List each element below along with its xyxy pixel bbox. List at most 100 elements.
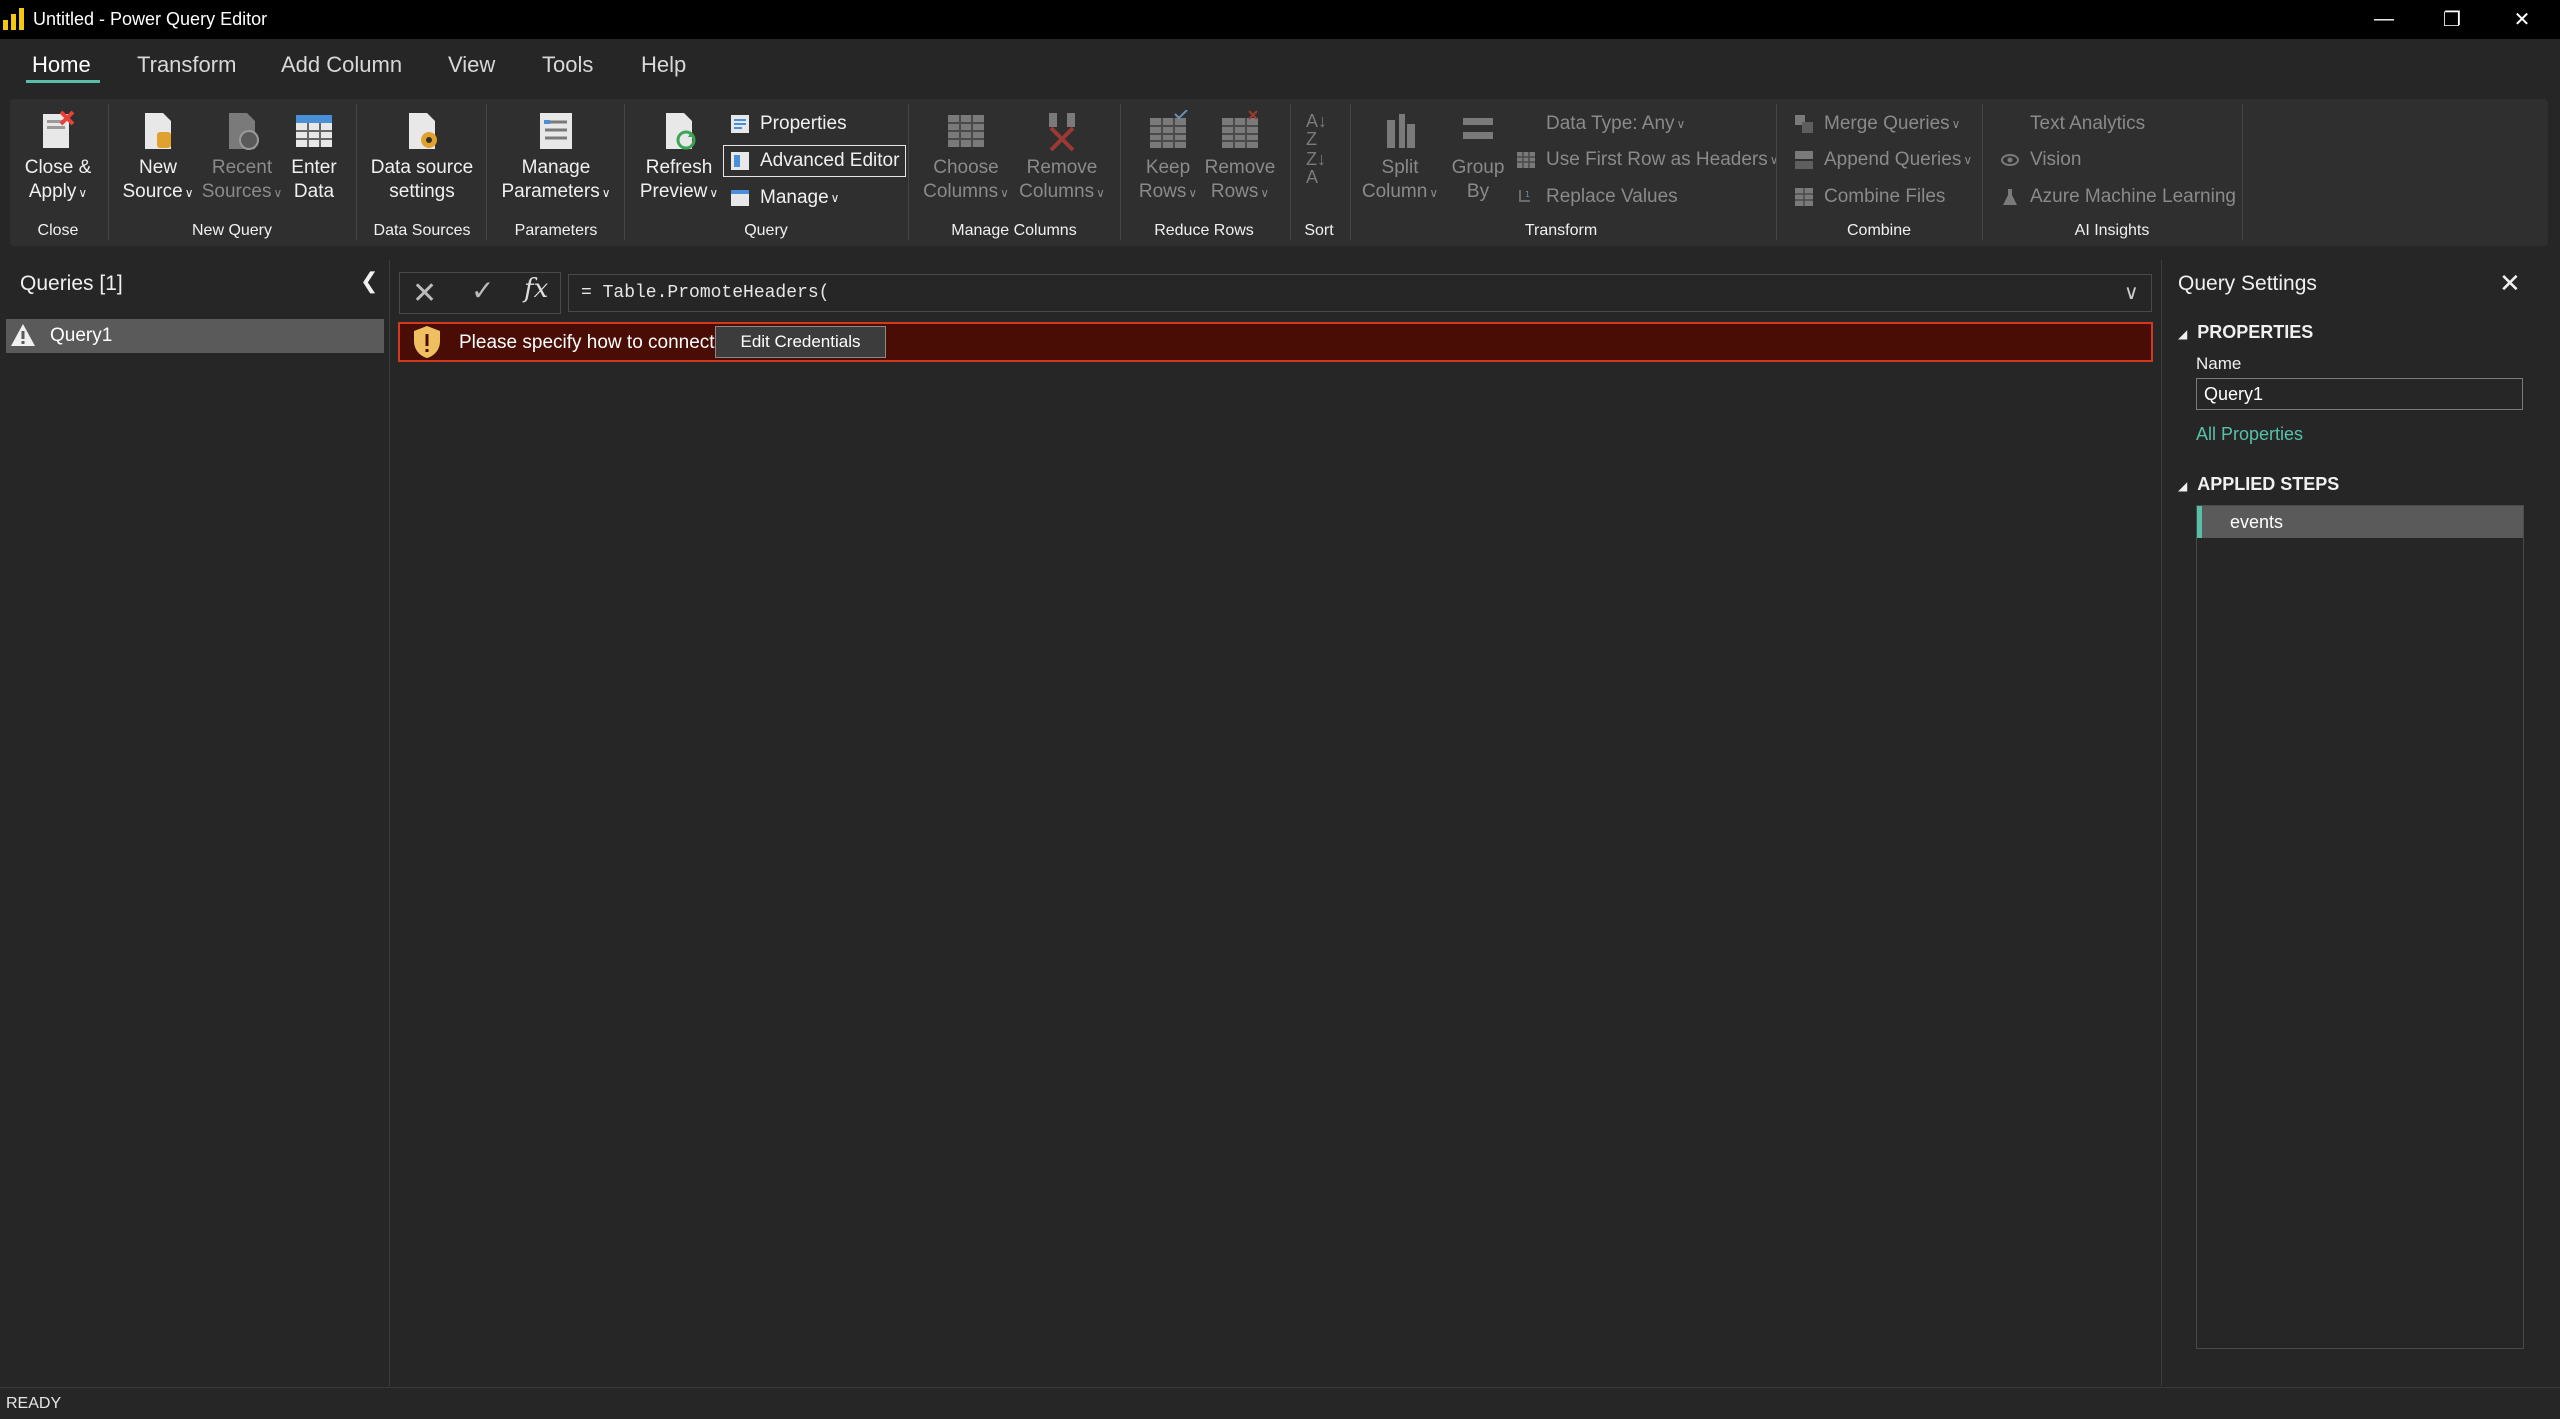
collapse-triangle-icon: ◢ (2178, 479, 2188, 493)
query-list-item-label: Query1 (50, 325, 113, 346)
group-transform-label: Transform (1524, 222, 1598, 239)
properties-header-text: PROPERTIES (2197, 322, 2314, 342)
data-source-settings-icon (409, 113, 437, 149)
remove-rows-icon (1222, 110, 1258, 148)
merge-queries-button[interactable]: Merge Queries ∨ (1794, 113, 1960, 135)
split-column-button[interactable]: Split Column ∨ (1358, 110, 1442, 205)
tab-add-column[interactable]: Add Column (281, 52, 402, 78)
manage-parameters-button[interactable]: Manage Parameters ∨ (496, 110, 616, 205)
combine-files-icon (1795, 188, 1813, 206)
collapse-triangle-icon: ◢ (2178, 327, 2188, 341)
keep-rows-button[interactable]: Keep Rows ∨ (1128, 110, 1208, 205)
manage-label: Manage (760, 187, 829, 208)
tab-transform[interactable]: Transform (137, 52, 236, 78)
data-type-label: Data Type: Any (1546, 113, 1675, 134)
ribbon-separator (1120, 104, 1121, 240)
applied-step-label: events (2230, 512, 2284, 532)
chevron-down-icon[interactable]: ∨ (2124, 280, 2139, 305)
keep-rows-label-2: Rows (1138, 181, 1187, 202)
choose-columns-label-2: Columns (923, 181, 999, 202)
recent-sources-button[interactable]: Recent Sources ∨ (200, 110, 284, 205)
group-by-button[interactable]: Group By (1442, 110, 1514, 204)
ribbon-separator (1350, 104, 1351, 240)
properties-button[interactable]: Properties (730, 113, 847, 135)
azure-ml-flask-icon (2003, 189, 2017, 205)
new-source-label-1: New (138, 157, 177, 178)
minimize-button[interactable]: — (2350, 0, 2418, 39)
group-query-label: Query (744, 222, 788, 239)
power-bi-app-icon (3, 8, 25, 30)
query-name-input[interactable] (2196, 378, 2523, 410)
close-apply-icon (43, 110, 75, 148)
remove-rows-button[interactable]: Remove Rows ∨ (1200, 110, 1280, 205)
edit-credentials-button[interactable]: Edit Credentials (715, 326, 886, 358)
data-type-dropdown[interactable]: Data Type: Any ∨ (1546, 113, 1685, 135)
warning-triangle-icon (11, 324, 35, 346)
close-apply-button[interactable]: Close & Apply ∨ (16, 110, 100, 205)
text-analytics-button[interactable]: Text Analytics (2000, 113, 2145, 135)
applied-steps-section-header[interactable]: ◢ APPLIED STEPS (2178, 474, 2339, 495)
combine-files-button[interactable]: Combine Files (1794, 186, 1945, 208)
choose-columns-button[interactable]: Choose Columns ∨ (918, 110, 1014, 205)
manage-parameters-label-2: Parameters (501, 181, 600, 202)
remove-columns-button[interactable]: Remove Columns ∨ (1014, 110, 1110, 205)
tab-tools[interactable]: Tools (542, 52, 593, 78)
recent-sources-label-1: Recent (211, 157, 273, 178)
warning-message: Please specify how to connect. (459, 332, 720, 353)
refresh-preview-label-2: Preview (639, 181, 708, 202)
data-source-settings-button[interactable]: Data source settings (366, 110, 478, 204)
enter-data-label-2: Data (293, 181, 335, 202)
title-bar (0, 0, 2560, 39)
keep-rows-icon (1150, 110, 1188, 148)
enter-data-button[interactable]: Enter Data (284, 110, 344, 204)
use-first-row-headers-button[interactable]: Use First Row as Headers ∨ (1516, 149, 1779, 171)
group-new-query-label: New Query (191, 222, 273, 239)
refresh-preview-icon (666, 113, 696, 150)
manage-button[interactable]: Manage ∨ (730, 187, 839, 209)
svg-text:1: 1 (1525, 190, 1530, 199)
remove-columns-label-2: Columns (1019, 181, 1095, 202)
tab-home[interactable]: Home (32, 52, 91, 78)
refresh-preview-button[interactable]: Refresh Preview ∨ (634, 110, 724, 205)
split-column-label-2: Column (1361, 181, 1428, 202)
ribbon-separator (1290, 104, 1291, 240)
properties-section-header[interactable]: ◢ PROPERTIES (2178, 322, 2313, 343)
properties-icon (731, 115, 749, 133)
azure-ml-button[interactable]: Azure Machine Learning (2000, 186, 2236, 208)
sort-ascending-icon[interactable]: A↓ Z (1306, 112, 1327, 148)
cancel-formula-icon[interactable]: ✕ (412, 276, 437, 311)
replace-values-label: Replace Values (1546, 186, 1678, 207)
new-source-icon (145, 113, 171, 149)
group-by-label-1: Group (1451, 157, 1505, 178)
vision-button[interactable]: Vision (2000, 149, 2081, 171)
tab-help[interactable]: Help (641, 52, 686, 78)
append-queries-label: Append Queries (1824, 149, 1962, 170)
queries-pane (0, 260, 390, 1386)
collapse-queries-icon[interactable]: ❮ (360, 268, 378, 294)
applied-steps-list (2196, 505, 2524, 1349)
ribbon-separator (1982, 104, 1983, 240)
replace-values-button[interactable]: 1 Replace Values (1516, 186, 1678, 208)
commit-formula-icon[interactable]: ✓ (471, 274, 494, 307)
all-properties-link[interactable]: All Properties (2196, 424, 2303, 445)
tab-view[interactable]: View (448, 52, 495, 78)
restore-button[interactable]: ❐ (2418, 0, 2486, 39)
active-tab-indicator (26, 80, 100, 83)
ribbon-separator (486, 104, 487, 240)
fx-icon[interactable]: fx (524, 274, 548, 304)
new-source-button[interactable]: New Source ∨ (116, 110, 200, 205)
formula-input[interactable]: = Table.PromoteHeaders( (568, 274, 2152, 312)
ribbon-separator (908, 104, 909, 240)
remove-rows-label-2: Rows (1210, 181, 1259, 202)
status-text: READY (6, 1395, 62, 1412)
advanced-editor-button[interactable]: Advanced Editor (723, 145, 907, 177)
append-queries-button[interactable]: Append Queries ∨ (1794, 149, 1972, 171)
sort-descending-icon[interactable]: Z↓ A (1306, 150, 1326, 186)
window-title: Untitled - Power Query Editor (33, 9, 268, 29)
close-window-button[interactable]: ✕ (2488, 0, 2556, 39)
ribbon-separator (2242, 104, 2243, 240)
close-settings-icon[interactable]: ✕ (2499, 268, 2521, 299)
enter-data-table-icon (296, 115, 332, 147)
ribbon-separator (356, 104, 357, 240)
group-close-label: Close (37, 222, 79, 239)
